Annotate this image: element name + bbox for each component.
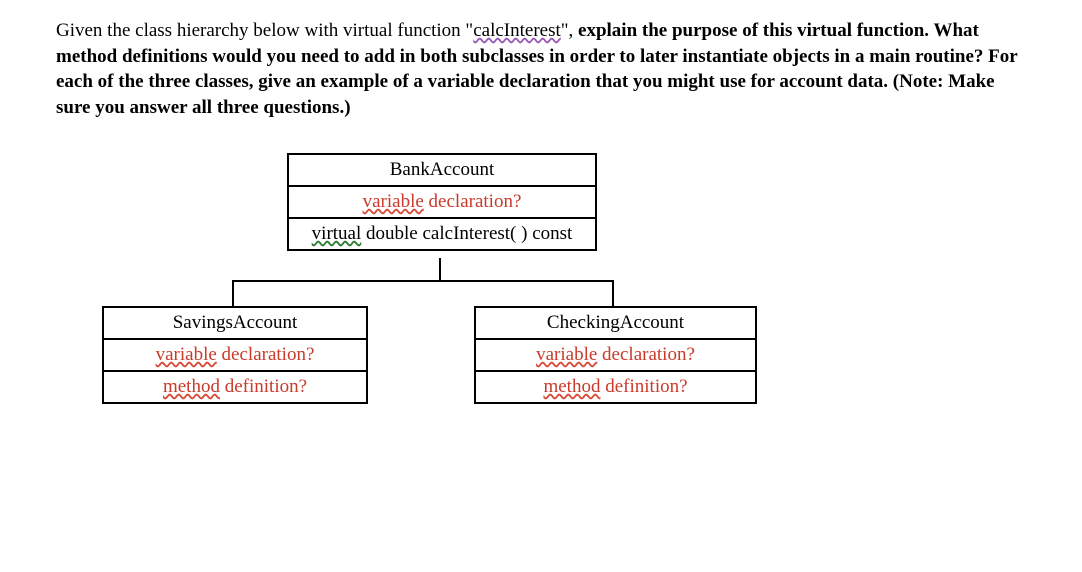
checking-variable-row: variable declaration? (476, 340, 755, 372)
class-box-savingsaccount: SavingsAccount variable declaration? met… (102, 306, 368, 404)
variable-word: variable (156, 344, 217, 365)
virtual-rest: double calcInterest( ) const (361, 223, 572, 244)
connector-vertical-savings (232, 280, 234, 306)
virtual-word: virtual (312, 223, 362, 244)
checking-method-row: method definition? (476, 372, 755, 402)
question-prefix: Given the class hierarchy below with vir… (56, 20, 473, 41)
variable-rest: declaration? (597, 344, 695, 365)
question-funcname: calcInterest (473, 20, 561, 41)
question-after-func: ", (561, 20, 578, 41)
method-rest: definition? (600, 376, 687, 397)
class-box-checkingaccount: CheckingAccount variable declaration? me… (474, 306, 757, 404)
bankaccount-variable-row: variable declaration? (289, 187, 595, 219)
variable-word: variable (363, 191, 424, 212)
savings-variable-row: variable declaration? (104, 340, 366, 372)
method-word: method (543, 376, 600, 397)
variable-word: variable (536, 344, 597, 365)
class-name-savingsaccount: SavingsAccount (104, 308, 366, 340)
bankaccount-virtual-row: virtual double calcInterest( ) const (289, 219, 595, 249)
question-prompt: Given the class hierarchy below with vir… (56, 18, 1026, 121)
class-box-bankaccount: BankAccount variable declaration? virtua… (287, 153, 597, 251)
class-name-checkingaccount: CheckingAccount (476, 308, 755, 340)
connector-vertical-checking (612, 280, 614, 306)
variable-rest: declaration? (217, 344, 315, 365)
connector-horizontal (232, 280, 614, 282)
variable-rest: declaration? (424, 191, 522, 212)
method-rest: definition? (220, 376, 307, 397)
connector-vertical-top (439, 258, 441, 280)
class-name-bankaccount: BankAccount (289, 155, 595, 187)
method-word: method (163, 376, 220, 397)
savings-method-row: method definition? (104, 372, 366, 402)
